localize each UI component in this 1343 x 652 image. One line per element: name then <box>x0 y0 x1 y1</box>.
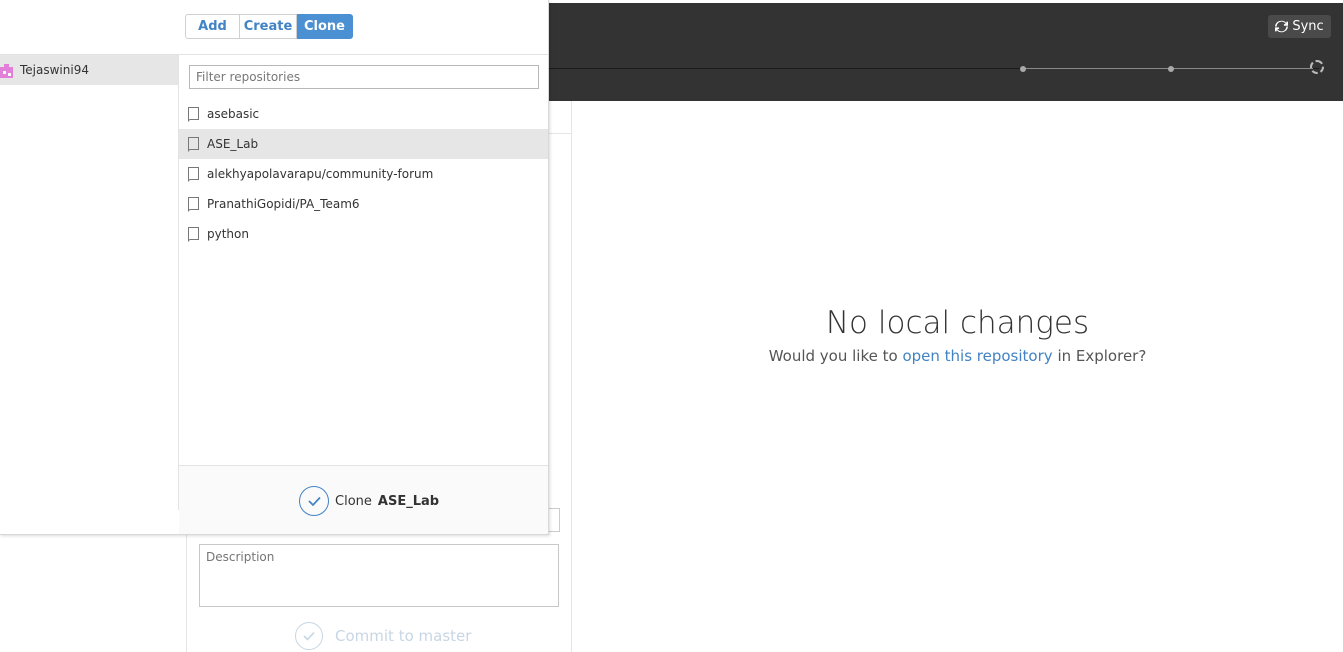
empty-state-message: Would you like to open this repository i… <box>572 347 1343 365</box>
sync-button[interactable]: Sync <box>1268 15 1331 38</box>
repository-item[interactable]: asebasic <box>179 99 548 129</box>
empty-state-title: No local changes <box>825 305 1090 341</box>
avatar <box>0 63 13 78</box>
timeline-dot[interactable] <box>1020 66 1026 72</box>
account-list: Tejaswini94 <box>0 55 178 535</box>
repository-name: PranathiGopidi/PA_Team6 <box>207 197 360 211</box>
clone-button[interactable]: Clone ASE_Lab <box>299 486 439 516</box>
repository-name: asebasic <box>207 107 260 121</box>
repository-name: python <box>207 227 249 241</box>
tab-create[interactable]: Create <box>240 14 297 39</box>
repo-icon <box>188 166 199 182</box>
tab-clone[interactable]: Clone <box>297 14 353 39</box>
clone-label: Clone <box>335 493 372 509</box>
repository-item[interactable]: PranathiGopidi/PA_Team6 <box>179 189 548 219</box>
timeline-uncommitted-ring-icon[interactable] <box>1310 60 1324 74</box>
repo-icon <box>188 106 199 122</box>
repo-icon <box>188 226 199 242</box>
repository-item[interactable]: alekhyapolavarapu/community-forum <box>179 159 548 189</box>
account-item[interactable]: Tejaswini94 <box>0 55 178 85</box>
commit-label: Commit to master <box>335 627 472 645</box>
description-field[interactable] <box>199 544 559 607</box>
tab-add[interactable]: Add <box>185 14 240 39</box>
panel-separator <box>549 133 571 134</box>
commit-button[interactable]: Commit to master <box>295 622 471 650</box>
timeline-dot[interactable] <box>1168 66 1174 72</box>
sync-label: Sync <box>1292 19 1324 34</box>
sync-icon <box>1275 20 1289 33</box>
repository-popup: Add Create Clone Tejaswini94 asebasic AS… <box>0 0 549 535</box>
empty-state-text: in Explorer? <box>1057 347 1147 365</box>
repository-list: asebasic ASE_Lab alekhyapolavarapu/commu… <box>179 99 548 249</box>
clone-repo-name: ASE_Lab <box>377 493 440 509</box>
repository-item[interactable]: python <box>179 219 548 249</box>
open-repository-link[interactable]: open this repository <box>902 347 1052 365</box>
check-icon <box>295 622 323 650</box>
account-name: Tejaswini94 <box>20 63 89 77</box>
repository-name: ASE_Lab <box>207 137 259 151</box>
empty-state-text: Would you like to <box>768 347 898 365</box>
check-icon <box>299 486 329 516</box>
repo-icon <box>188 196 199 212</box>
top-toolbar <box>549 3 1343 101</box>
repository-name: alekhyapolavarapu/community-forum <box>207 167 434 181</box>
panel-divider <box>571 101 572 652</box>
popup-tabs: Add Create Clone <box>185 14 353 39</box>
repository-item[interactable]: ASE_Lab <box>179 129 548 159</box>
repo-icon <box>188 136 199 152</box>
filter-repositories-input[interactable] <box>189 65 539 89</box>
